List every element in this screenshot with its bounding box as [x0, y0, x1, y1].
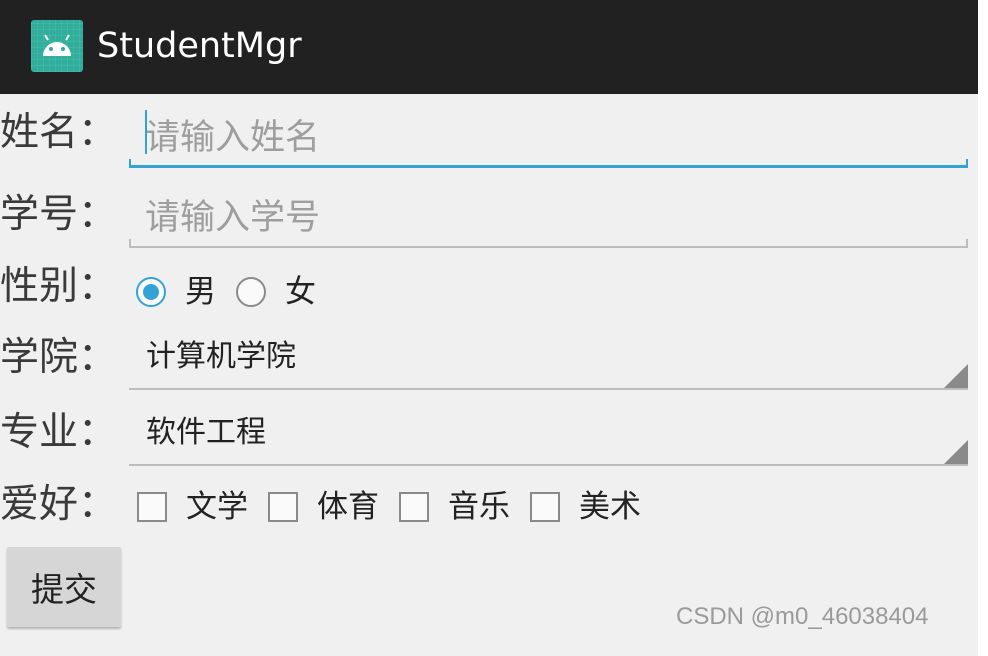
dropdown-triangle-icon: [944, 440, 968, 464]
student-id-label: 学号：: [0, 192, 118, 237]
hobby-checkbox-art[interactable]: [530, 492, 560, 522]
hobby-label-art[interactable]: 美术: [579, 487, 641, 527]
name-underline-tick-left: [129, 159, 131, 168]
text-cursor: [145, 110, 147, 154]
student-id-input[interactable]: [145, 194, 945, 242]
student-id-field[interactable]: [129, 182, 968, 248]
name-underline-tick-right: [966, 159, 968, 168]
android-icon: [31, 20, 83, 72]
hobby-checkbox-literature[interactable]: [137, 492, 167, 522]
name-input[interactable]: [145, 114, 945, 162]
college-selected: 计算机学院: [146, 339, 296, 374]
college-spinner[interactable]: 计算机学院: [129, 324, 968, 390]
watermark: CSDN @m0_46038404: [676, 603, 929, 630]
college-label: 学院：: [0, 335, 118, 380]
hobby-checkbox-music[interactable]: [399, 492, 429, 522]
student-id-underline-tick-right: [966, 239, 968, 248]
major-spinner-underline: [129, 464, 968, 466]
hobby-label-literature[interactable]: 文学: [186, 487, 248, 527]
student-id-underline-tick-left: [129, 239, 131, 248]
dropdown-triangle-icon: [944, 364, 968, 388]
major-label: 专业：: [0, 410, 118, 455]
student-id-underline: [129, 246, 968, 248]
submit-button[interactable]: 提交: [7, 547, 121, 627]
name-field[interactable]: [129, 102, 968, 168]
major-spinner[interactable]: 软件工程: [129, 400, 968, 466]
gender-label: 性别：: [0, 264, 118, 309]
action-bar: StudentMgr: [0, 0, 978, 94]
window-edge: [978, 0, 988, 656]
gender-option-female[interactable]: 女: [285, 272, 316, 312]
hobby-label-sports[interactable]: 体育: [317, 487, 379, 527]
college-spinner-underline: [129, 388, 968, 390]
gender-radio-male[interactable]: [136, 277, 166, 307]
hobby-label-music[interactable]: 音乐: [448, 487, 510, 527]
name-underline: [129, 165, 968, 168]
major-selected: 软件工程: [146, 415, 266, 450]
app-window: StudentMgr 姓名： 学号： 性别： 男 女 学院： 计算机学院 专业：…: [0, 0, 978, 656]
gender-radio-female[interactable]: [236, 277, 266, 307]
hobby-checkbox-sports[interactable]: [268, 492, 298, 522]
name-label: 姓名：: [0, 110, 118, 155]
app-title: StudentMgr: [97, 26, 302, 66]
hobbies-label: 爱好：: [0, 482, 118, 527]
gender-option-male[interactable]: 男: [185, 272, 216, 312]
